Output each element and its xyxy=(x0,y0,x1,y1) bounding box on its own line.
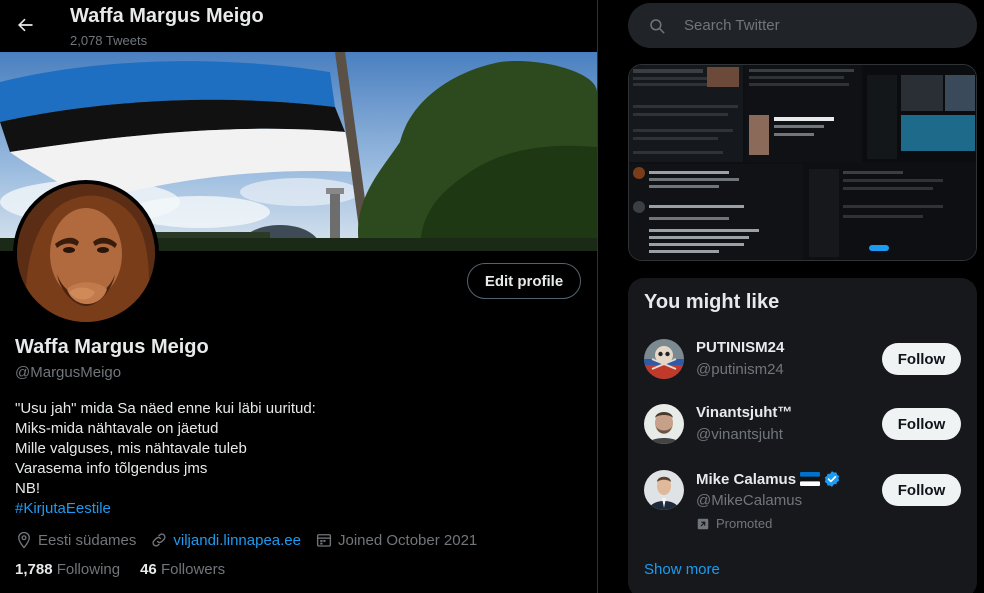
suggestion-handle: @MikeCalamus xyxy=(696,492,803,509)
followers-label: Followers xyxy=(160,561,226,578)
profile-name: Waffa Margus Meigo xyxy=(15,336,209,358)
suggestion-item[interactable]: PUTINISM24 @putinism24 Follow xyxy=(628,339,977,403)
profile-handle: @MargusMeigo xyxy=(15,364,122,381)
bio-line: Miks-mida nähtavale on jäetud xyxy=(15,420,219,437)
profile-meta: Eesti südames viljandi.linnapea.ee Joine… xyxy=(15,529,491,551)
follow-button[interactable]: Follow xyxy=(882,474,961,506)
suggestion-avatar[interactable] xyxy=(644,339,684,379)
topbar-name: Waffa Margus Meigo xyxy=(70,5,264,27)
location-pin-icon xyxy=(18,531,30,549)
location-item: Eesti südames xyxy=(15,531,136,549)
show-more-link[interactable]: Show more xyxy=(644,561,720,578)
bio-line: Varasema info tõlgendus jms xyxy=(15,460,208,477)
edit-profile-button[interactable]: Edit profile xyxy=(467,263,581,299)
wtf-title: You might like xyxy=(644,291,780,313)
search-input[interactable] xyxy=(684,17,944,34)
bio-hashtag-link[interactable]: #KirjutaEestile xyxy=(15,499,316,519)
suggestion-handle: @putinism24 xyxy=(696,361,784,378)
back-button[interactable] xyxy=(8,8,42,42)
arrow-left-icon xyxy=(18,18,33,32)
promoted-label: Promoted xyxy=(696,516,772,531)
suggestion-name-text: Mike Calamus xyxy=(696,470,797,488)
joined-item: Joined October 2021 xyxy=(315,531,477,549)
follow-button[interactable]: Follow xyxy=(882,343,961,375)
website-link[interactable]: viljandi.linnapea.ee xyxy=(173,532,301,549)
right-sidebar: You might like PUTINISM24 @putinism24 Fo… xyxy=(599,0,984,593)
estonian-flag-icon xyxy=(800,472,821,486)
search-icon xyxy=(650,18,665,33)
following-label: Following xyxy=(56,561,121,578)
bio-line: "Usu jah" mida Sa näed enne kui läbi uur… xyxy=(15,400,316,417)
suggestion-handle: @vinantsjuht xyxy=(696,426,783,443)
location-text: Eesti südames xyxy=(38,531,137,549)
website-item: viljandi.linnapea.ee xyxy=(150,531,301,549)
follow-button[interactable]: Follow xyxy=(882,408,961,440)
suggestion-name: Vinantsjuht™ xyxy=(696,404,793,421)
who-to-follow-panel: You might like PUTINISM24 @putinism24 Fo… xyxy=(628,278,977,593)
suggestion-avatar[interactable] xyxy=(644,470,684,510)
promoted-text: Promoted xyxy=(716,516,773,531)
suggestion-item[interactable]: Mike Calamus @MikeCalamus Promoted Follo… xyxy=(628,470,977,534)
profile-avatar[interactable] xyxy=(13,180,159,326)
followers-link[interactable]: 46 Followers xyxy=(140,561,225,578)
suggestion-name: PUTINISM24 xyxy=(696,339,785,356)
suggestion-avatar[interactable] xyxy=(644,404,684,444)
following-count: 1,788 xyxy=(15,561,53,578)
followers-count: 46 xyxy=(140,561,157,578)
profile-topbar: Waffa Margus Meigo 2,078 Tweets xyxy=(0,0,597,52)
bio-line: NB! xyxy=(15,480,41,497)
joined-text: Joined October 2021 xyxy=(338,531,478,549)
suggestion-name: Mike Calamus xyxy=(696,470,841,488)
search-box[interactable] xyxy=(628,3,977,48)
profile-media-grid[interactable] xyxy=(628,64,977,261)
calendar-icon xyxy=(316,534,332,547)
bio-line: Mille valguses, mis nähtavale tuleb xyxy=(15,440,247,457)
profile-column: Waffa Margus Meigo 2,078 Tweets Edit pro… xyxy=(0,0,598,593)
profile-bio: "Usu jah" mida Sa näed enne kui läbi uur… xyxy=(15,399,316,519)
promoted-icon xyxy=(697,518,709,529)
tweet-count: 2,078 Tweets xyxy=(70,33,148,48)
follow-stats: 1,788 Following 46 Followers xyxy=(15,561,245,578)
verified-badge-icon xyxy=(824,471,840,487)
link-icon xyxy=(152,533,166,547)
following-link[interactable]: 1,788 Following xyxy=(15,561,120,578)
suggestion-item[interactable]: Vinantsjuht™ @vinantsjuht Follow xyxy=(628,404,977,468)
